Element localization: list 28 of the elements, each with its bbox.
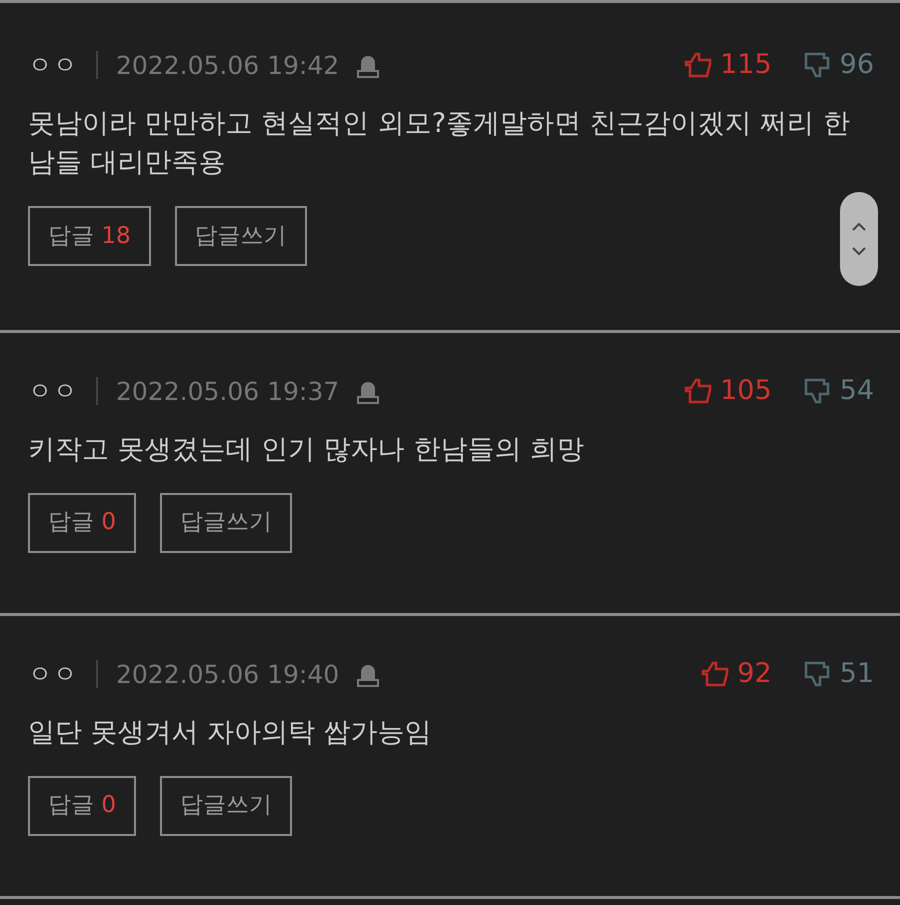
like-count: 115: [720, 48, 772, 82]
comment-date: 2022.05.06 19:37: [116, 376, 340, 408]
replies-button[interactable]: 답글 0: [28, 492, 136, 553]
nickname: ㅇㅇ: [28, 659, 78, 690]
comment-text: 키작고 못생겼는데 인기 많자나 한남들의 희망: [28, 432, 585, 466]
comment-text: 못남이라 만만하고 현실적인 외모?좋게말하면 친근감이겠지 쩌리 한남들 대리만족용: [28, 106, 851, 180]
replies-button[interactable]: 답글 0: [28, 776, 136, 836]
thumbs-up-icon[interactable]: [684, 52, 712, 78]
dislike-count: 51: [840, 657, 874, 691]
like-count: 92: [737, 657, 772, 691]
comment-date: 2022.05.06 19:40: [116, 658, 340, 690]
comment-date: 2022.05.06 19:42: [116, 50, 340, 82]
scroll-handle[interactable]: [840, 192, 878, 286]
thumbs-down-icon[interactable]: [804, 661, 832, 688]
thumbs-down-icon[interactable]: [804, 378, 832, 404]
write-reply-button[interactable]: 답글쓰기: [160, 776, 292, 836]
dislike-count: 54: [840, 374, 874, 408]
thumbs-up-icon[interactable]: [684, 378, 712, 404]
nickname: ㅇㅇ: [28, 376, 78, 408]
dislike-count: 96: [840, 48, 874, 82]
nickname: ㅇㅇ: [28, 50, 78, 82]
comment-text: 일단 못생겨서 자아의탁 쌉가능임: [28, 716, 433, 750]
write-reply-button[interactable]: 답글쓰기: [174, 206, 307, 266]
write-reply-button[interactable]: 답글쓰기: [160, 492, 292, 553]
thumbs-up-icon[interactable]: [701, 661, 730, 688]
like-count: 105: [720, 374, 772, 408]
replies-button[interactable]: 답글 18: [28, 206, 151, 266]
thumbs-down-icon[interactable]: [804, 52, 832, 78]
